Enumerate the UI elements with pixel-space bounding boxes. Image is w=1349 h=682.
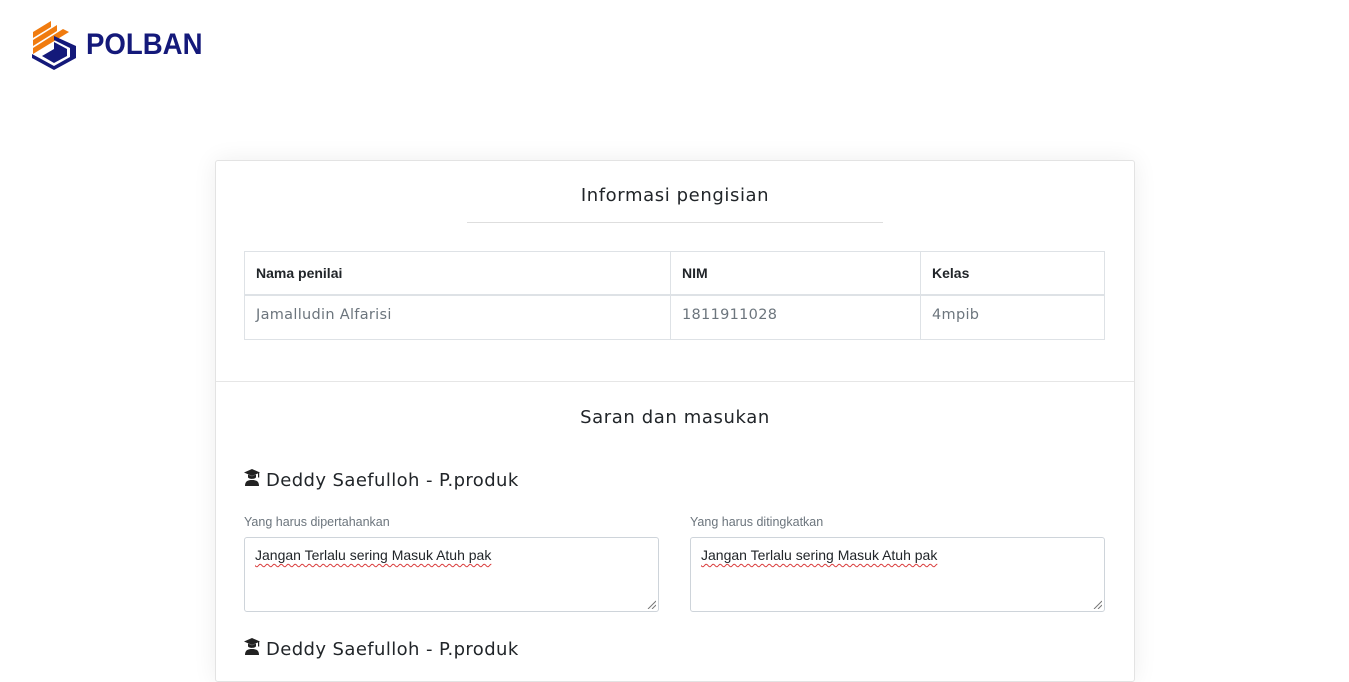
keep-textarea[interactable]: Jangan Terlalu sering Masuk Atuh pak — [244, 537, 659, 612]
cell-kelas: 4mpib — [920, 294, 1105, 340]
keep-label: Yang harus dipertahankan — [244, 515, 390, 529]
brand-name: POLBAN — [86, 27, 203, 61]
header-kelas: Kelas — [920, 251, 1105, 296]
lecturer-name: Deddy Saefulloh - P.produk — [266, 469, 519, 491]
resize-handle-icon[interactable] — [647, 600, 656, 609]
header-nama-penilai: Nama penilai — [244, 251, 671, 296]
table-row: Jamalludin Alfarisi 1811911028 4mpib — [244, 294, 1105, 340]
cell-nama-penilai: Jamalludin Alfarisi — [244, 294, 671, 340]
improve-textarea[interactable]: Jangan Terlalu sering Masuk Atuh pak — [690, 537, 1105, 612]
improve-label: Yang harus ditingkatkan — [690, 515, 824, 529]
header-nim: NIM — [670, 251, 921, 296]
polban-logo[interactable]: POLBAN — [31, 18, 213, 71]
feedback-section-title: Saran dan masukan — [580, 407, 770, 428]
graduate-icon — [244, 469, 260, 491]
info-section-title: Informasi pengisian — [580, 185, 770, 206]
cell-nim: 1811911028 — [670, 294, 921, 340]
improve-textarea-value: Jangan Terlalu sering Masuk Atuh pak — [701, 547, 938, 563]
keep-textarea-value: Jangan Terlalu sering Masuk Atuh pak — [255, 547, 492, 563]
evaluation-card: Informasi pengisian Nama penilai NIM Kel… — [215, 160, 1135, 682]
resize-handle-icon[interactable] — [1093, 600, 1102, 609]
section-separator — [216, 381, 1134, 382]
polban-logo-icon — [32, 21, 76, 70]
lecturer-name: Deddy Saefulloh - P.produk — [266, 638, 519, 660]
info-table: Nama penilai NIM Kelas Jamalludin Alfari… — [244, 251, 1105, 340]
table-header-row: Nama penilai NIM Kelas — [244, 251, 1105, 296]
lecturer-heading: Deddy Saefulloh - P.produk — [244, 469, 519, 491]
title-divider — [467, 222, 883, 223]
